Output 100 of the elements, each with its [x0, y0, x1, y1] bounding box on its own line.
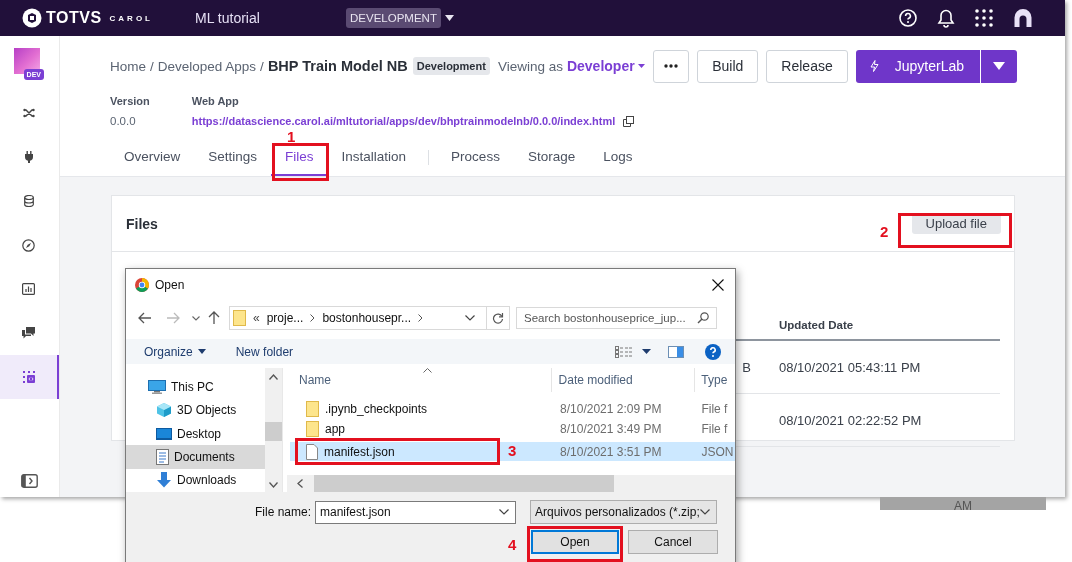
dialog-button[interactable]: Open [531, 530, 619, 554]
caret-icon[interactable] [642, 349, 651, 354]
address-bar[interactable]: « proje... bostonhousepr... [229, 306, 510, 330]
scroll-down-icon[interactable] [269, 482, 278, 488]
logo-icon [22, 8, 42, 28]
annotation-number: 2 [880, 224, 889, 239]
tab[interactable]: Settings [194, 139, 272, 176]
apps-grid-icon[interactable] [975, 9, 993, 27]
file-row[interactable]: app 8/10/2021 3:49 PM File f [290, 419, 735, 439]
tab[interactable]: Process [437, 139, 514, 176]
file-type: File f [700, 402, 729, 416]
breadcrumb-separator: / [150, 58, 154, 74]
horizontal-scrollbar[interactable] [287, 475, 735, 492]
tree-item[interactable]: This PC [126, 375, 265, 399]
web-app-link[interactable]: https://datascience.carol.ai/mltutorial/apps/dev/bhptrainmodelnb/0.0.0/index.html [191, 115, 616, 127]
file-type-dropdown[interactable]: Arquivos personalizados (*.zip; [530, 500, 717, 524]
vertical-scrollbar[interactable] [265, 368, 282, 492]
column-header[interactable]: Type [694, 368, 735, 392]
app-title: BHP Train Model NB [267, 58, 408, 74]
tree-item[interactable]: Downloads [126, 468, 265, 493]
path-segment[interactable]: proje... [266, 311, 304, 325]
field-label: Web App [191, 95, 240, 107]
card-title: Files [126, 215, 158, 232]
breadcrumb-link[interactable]: Developed Apps [157, 58, 257, 74]
app-code-icon [22, 371, 35, 383]
view-options-icon[interactable] [615, 345, 632, 358]
preview-pane-icon[interactable] [668, 345, 684, 358]
search-icon [697, 312, 709, 324]
overflow-chevrons[interactable]: « [253, 311, 260, 325]
folder-icon [233, 310, 246, 326]
scrollbar-thumb[interactable] [314, 475, 614, 492]
chevron-down-icon[interactable] [192, 315, 200, 321]
dialog-button[interactable]: Cancel [628, 530, 718, 554]
notification-bell-icon[interactable] [937, 8, 955, 28]
download-arrow-icon [156, 472, 172, 489]
jupyterlab-button[interactable]: JupyterLab [855, 49, 980, 83]
project-name: ML tutorial [195, 10, 261, 26]
chevron-right-icon[interactable] [418, 314, 424, 322]
viewing-as-label: Viewing as [497, 58, 563, 74]
date-modified: 8/10/2021 3:51 PM [559, 444, 663, 459]
tree-item[interactable]: 3D Objects [126, 398, 265, 422]
lightning-icon [869, 60, 879, 72]
column-header[interactable]: Date modified [550, 368, 695, 392]
database-icon [23, 194, 34, 208]
help-icon[interactable] [899, 9, 917, 27]
file-type: File f [700, 422, 729, 436]
folder-icon [306, 421, 319, 437]
sidebar-item[interactable] [0, 355, 59, 399]
date-modified: 8/10/2021 2:09 PM [559, 402, 663, 416]
copy-icon[interactable] [623, 115, 635, 127]
plug-icon [23, 151, 34, 163]
expand-sidebar-icon[interactable] [21, 474, 38, 488]
tab[interactable]: Installation [327, 139, 421, 176]
annotation-number: 3 [508, 443, 517, 458]
file-name: app [325, 422, 346, 436]
status-tag: Development [412, 57, 490, 75]
tree-item[interactable]: Desktop [126, 421, 265, 446]
environment-selector[interactable]: DEVELOPMENT [346, 8, 441, 28]
dropdown-button[interactable] [981, 49, 1017, 83]
folder-icon [306, 401, 319, 417]
caret-icon[interactable] [444, 15, 454, 21]
logo-subtext: CAROL [109, 13, 153, 23]
file-row[interactable]: .ipynb_checkpoints 8/10/2021 2:09 PM File f [290, 399, 735, 419]
tab[interactable]: Storage [513, 139, 590, 176]
file-type: JSON [700, 444, 735, 459]
chevron-right-icon[interactable] [310, 314, 316, 322]
chevron-down-icon[interactable] [465, 315, 475, 321]
file-icon [306, 443, 318, 460]
column-header[interactable]: Name [287, 368, 551, 392]
chevron-down-icon [499, 509, 509, 515]
tab[interactable]: Logs [589, 139, 647, 176]
sort-ascending-icon [423, 368, 432, 373]
shuffle-icon [22, 108, 35, 118]
file-name-field[interactable]: manifest.json [315, 500, 516, 524]
more-icon [664, 64, 679, 68]
avatar-icon[interactable] [1013, 8, 1033, 28]
computer-icon [148, 379, 166, 394]
file-name: manifest.json [324, 444, 395, 459]
file-name-label: File name: [253, 505, 312, 519]
path-segment[interactable]: bostonhousepr... [322, 311, 412, 325]
tree-item[interactable]: Documents [126, 445, 265, 469]
back-arrow-icon[interactable] [138, 312, 152, 324]
breadcrumb-link[interactable]: Home [110, 58, 146, 74]
logo-text: TOTVS [46, 9, 102, 27]
browser-logo-icon [135, 278, 149, 292]
scroll-up-icon[interactable] [269, 374, 278, 380]
refresh-icon [492, 312, 504, 324]
action-button[interactable]: Release [766, 49, 848, 83]
scroll-left-icon[interactable] [297, 479, 303, 488]
action-button[interactable]: Build [697, 49, 759, 83]
compass-icon [22, 238, 35, 252]
role-dropdown[interactable]: Developer [562, 58, 645, 74]
close-icon[interactable] [712, 279, 724, 291]
scrollbar-thumb[interactable] [265, 422, 282, 441]
up-arrow-icon[interactable] [208, 311, 220, 325]
more-button[interactable] [653, 49, 690, 83]
new-folder-button[interactable]: New folder [227, 344, 302, 359]
search-field[interactable]: Search bostonhouseprice_jup... [516, 307, 717, 329]
tab[interactable]: Overview [110, 139, 195, 176]
organize-menu[interactable]: Organize [136, 344, 214, 359]
